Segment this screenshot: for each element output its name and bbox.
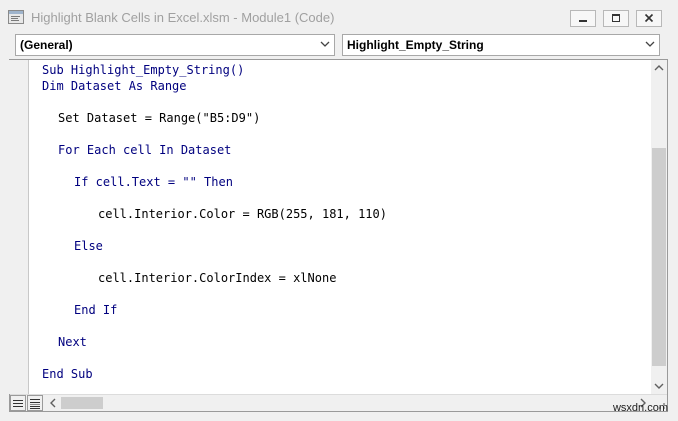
minimize-button[interactable] — [570, 10, 596, 27]
procedure-dropdown-value: Highlight_Empty_String — [347, 38, 484, 52]
code-line[interactable]: Next — [58, 334, 87, 350]
title-bar[interactable]: Highlight Blank Cells in Excel.xlsm - Mo… — [0, 0, 678, 34]
restore-icon — [612, 14, 620, 22]
object-dropdown[interactable]: (General) — [15, 34, 335, 56]
code-line[interactable]: cell.Interior.ColorIndex = xlNone — [98, 270, 336, 286]
code-line[interactable]: If cell.Text = "" Then — [74, 174, 233, 190]
code-line[interactable]: Else — [74, 238, 103, 254]
horizontal-scroll-thumb[interactable] — [61, 397, 103, 409]
chevron-down-icon — [320, 41, 330, 47]
watermark-text: wsxdn.com — [612, 402, 668, 414]
horizontal-scrollbar[interactable] — [10, 394, 667, 411]
vertical-scroll-thumb[interactable] — [652, 148, 666, 366]
code-line[interactable]: Sub Highlight_Empty_String() — [42, 62, 244, 78]
vba-code-window-icon — [8, 10, 24, 24]
close-button[interactable] — [636, 10, 662, 27]
scroll-up-icon[interactable] — [651, 60, 667, 76]
object-dropdown-value: (General) — [20, 38, 73, 52]
code-line[interactable]: cell.Interior.Color = RGB(255, 181, 110) — [98, 206, 387, 222]
scroll-down-icon[interactable] — [651, 378, 667, 394]
code-line[interactable]: End If — [74, 302, 117, 318]
code-line[interactable]: End Sub — [42, 366, 93, 382]
code-line[interactable]: Set Dataset = Range("B5:D9") — [58, 110, 260, 126]
procedure-dropdown[interactable]: Highlight_Empty_String — [342, 34, 660, 56]
restore-button[interactable] — [603, 10, 629, 27]
minimize-icon — [579, 20, 587, 22]
procedure-view-button[interactable] — [10, 395, 26, 411]
close-icon — [644, 13, 654, 23]
margin-indicator-bar[interactable] — [9, 60, 29, 394]
chevron-down-icon — [645, 41, 655, 47]
procedure-view-icon — [13, 400, 23, 407]
vertical-scrollbar[interactable] — [651, 60, 667, 394]
code-line[interactable]: Dim Dataset As Range — [42, 78, 187, 94]
code-line[interactable]: For Each cell In Dataset — [58, 142, 231, 158]
full-module-view-icon — [30, 399, 40, 409]
scroll-left-icon[interactable] — [46, 395, 60, 411]
full-module-view-button[interactable] — [27, 395, 43, 411]
window-title: Highlight Blank Cells in Excel.xlsm - Mo… — [31, 10, 335, 25]
